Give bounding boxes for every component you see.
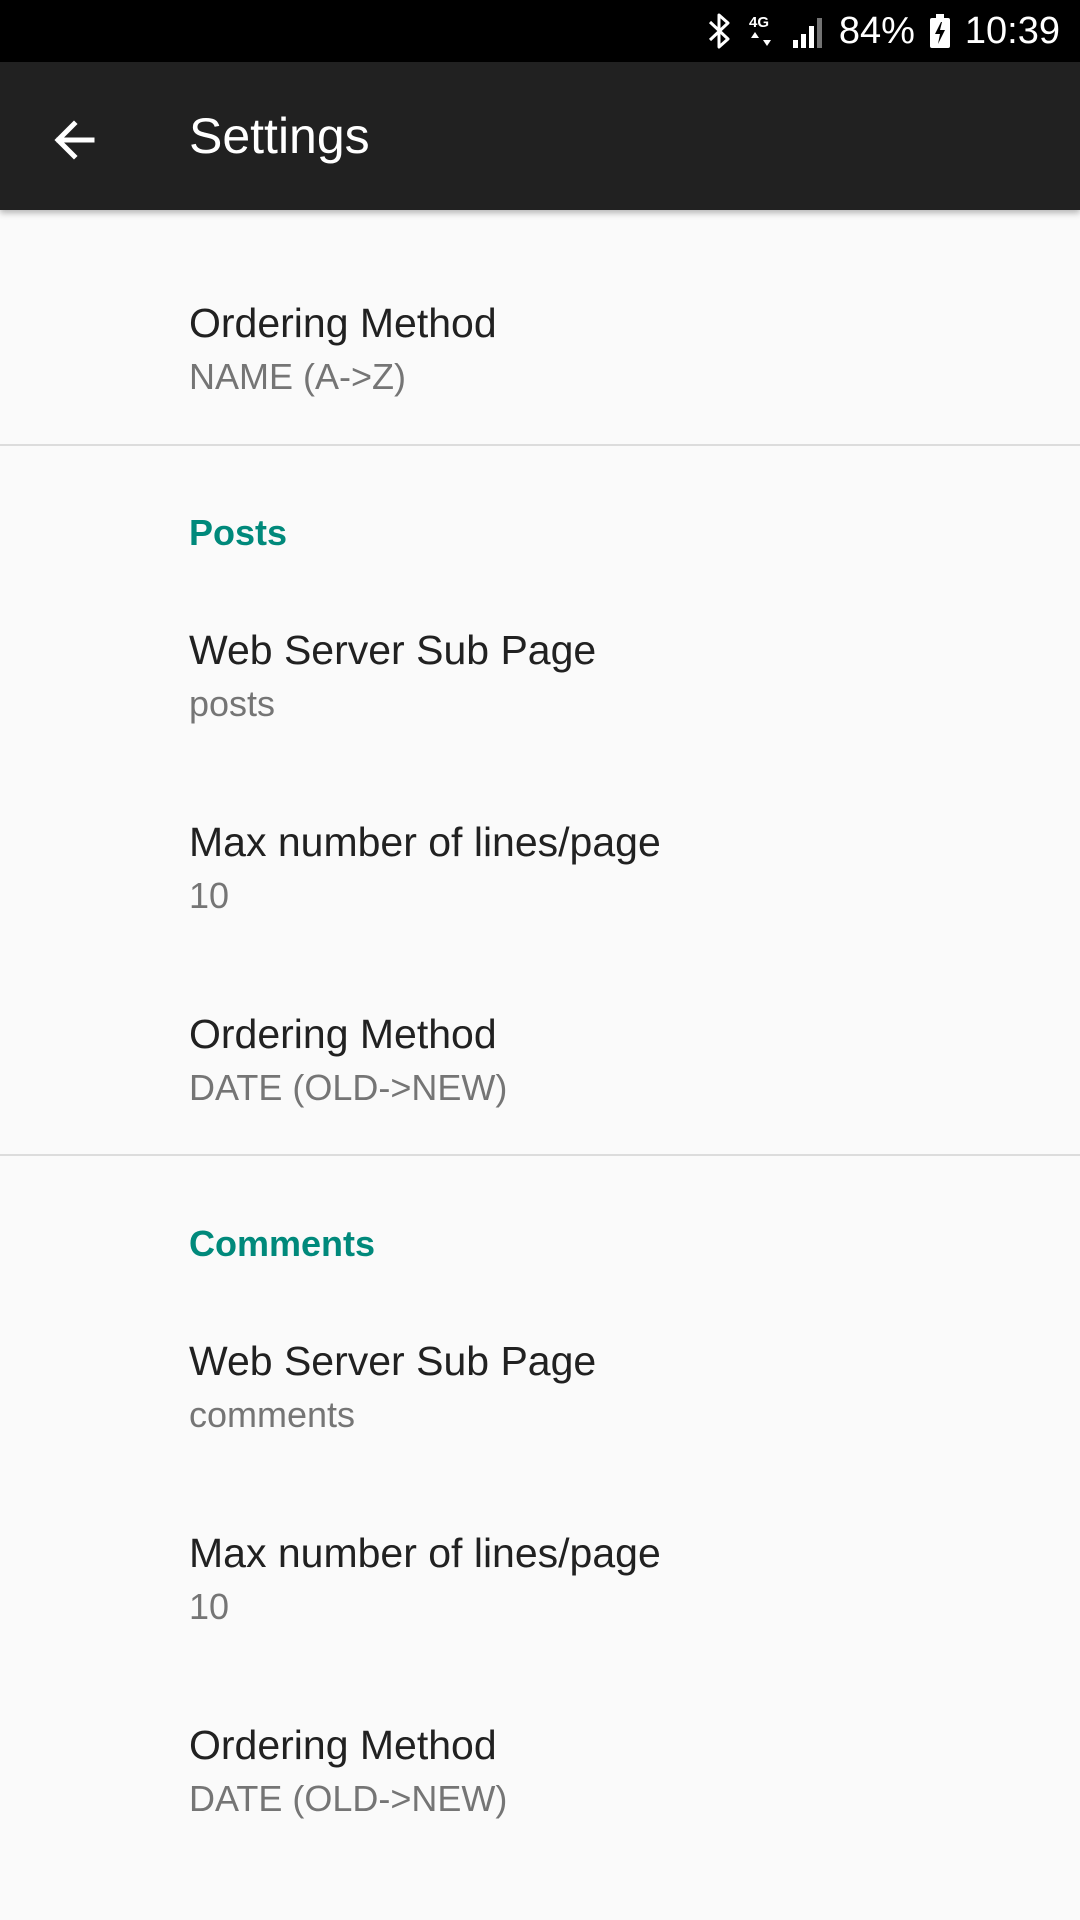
status-bar: 4G 84% 10:39 <box>0 0 1080 62</box>
pref-title: Ordering Method <box>189 300 497 346</box>
app-toolbar: Settings <box>0 62 1080 210</box>
battery-charging-icon <box>929 12 951 50</box>
pref-summary: comments <box>189 1394 356 1435</box>
pref-posts-sub-page[interactable]: Web Server Sub Page posts <box>0 627 1080 817</box>
pref-title: Max number of lines/page <box>189 1530 661 1576</box>
pref-summary: NAME (A->Z) <box>189 356 407 397</box>
pref-summary: DATE (OLD->NEW) <box>189 1067 508 1108</box>
category-header-comments: Comments <box>189 1223 376 1264</box>
divider <box>0 1154 1080 1156</box>
svg-text:4G: 4G <box>749 14 769 31</box>
divider <box>0 444 1080 446</box>
pref-title: Web Server Sub Page <box>189 627 597 673</box>
pref-summary: DATE (OLD->NEW) <box>189 1778 508 1819</box>
pref-title: Max number of lines/page <box>189 819 661 865</box>
bluetooth-icon <box>707 12 733 50</box>
arrow-back-icon <box>54 120 95 160</box>
network-4g-icon: 4G <box>747 12 777 50</box>
pref-posts-max-lines[interactable]: Max number of lines/page 10 <box>0 819 1080 1009</box>
pref-summary: posts <box>189 683 276 724</box>
status-icons: 4G 84% 10:39 <box>707 0 1060 62</box>
pref-summary: 10 <box>189 875 230 916</box>
pref-comments-sub-page[interactable]: Web Server Sub Page comments <box>0 1338 1080 1528</box>
pref-title: Web Server Sub Page <box>189 1338 597 1384</box>
category-header-posts: Posts <box>189 512 288 553</box>
pref-title: Ordering Method <box>189 1011 497 1057</box>
page-title: Settings <box>189 108 370 164</box>
settings-screen: 4G 84% 10:39 Settings Ordering Method NA… <box>0 0 1080 1920</box>
pref-posts-ordering-method[interactable]: Ordering Method DATE (OLD->NEW) <box>0 1011 1080 1201</box>
pref-comments-max-lines[interactable]: Max number of lines/page 10 <box>0 1530 1080 1720</box>
back-button[interactable] <box>30 96 118 184</box>
pref-title: Ordering Method <box>189 1722 497 1768</box>
battery-percentage: 84% <box>838 9 915 52</box>
pref-ordering-method[interactable]: Ordering Method NAME (A->Z) <box>0 300 1080 490</box>
signal-icon <box>791 12 825 50</box>
pref-summary: 10 <box>189 1586 230 1627</box>
clock: 10:39 <box>964 9 1060 52</box>
preferences-list: Ordering Method NAME (A->Z) Posts Web Se… <box>0 210 1080 1920</box>
pref-comments-ordering-method[interactable]: Ordering Method DATE (OLD->NEW) <box>0 1722 1080 1912</box>
